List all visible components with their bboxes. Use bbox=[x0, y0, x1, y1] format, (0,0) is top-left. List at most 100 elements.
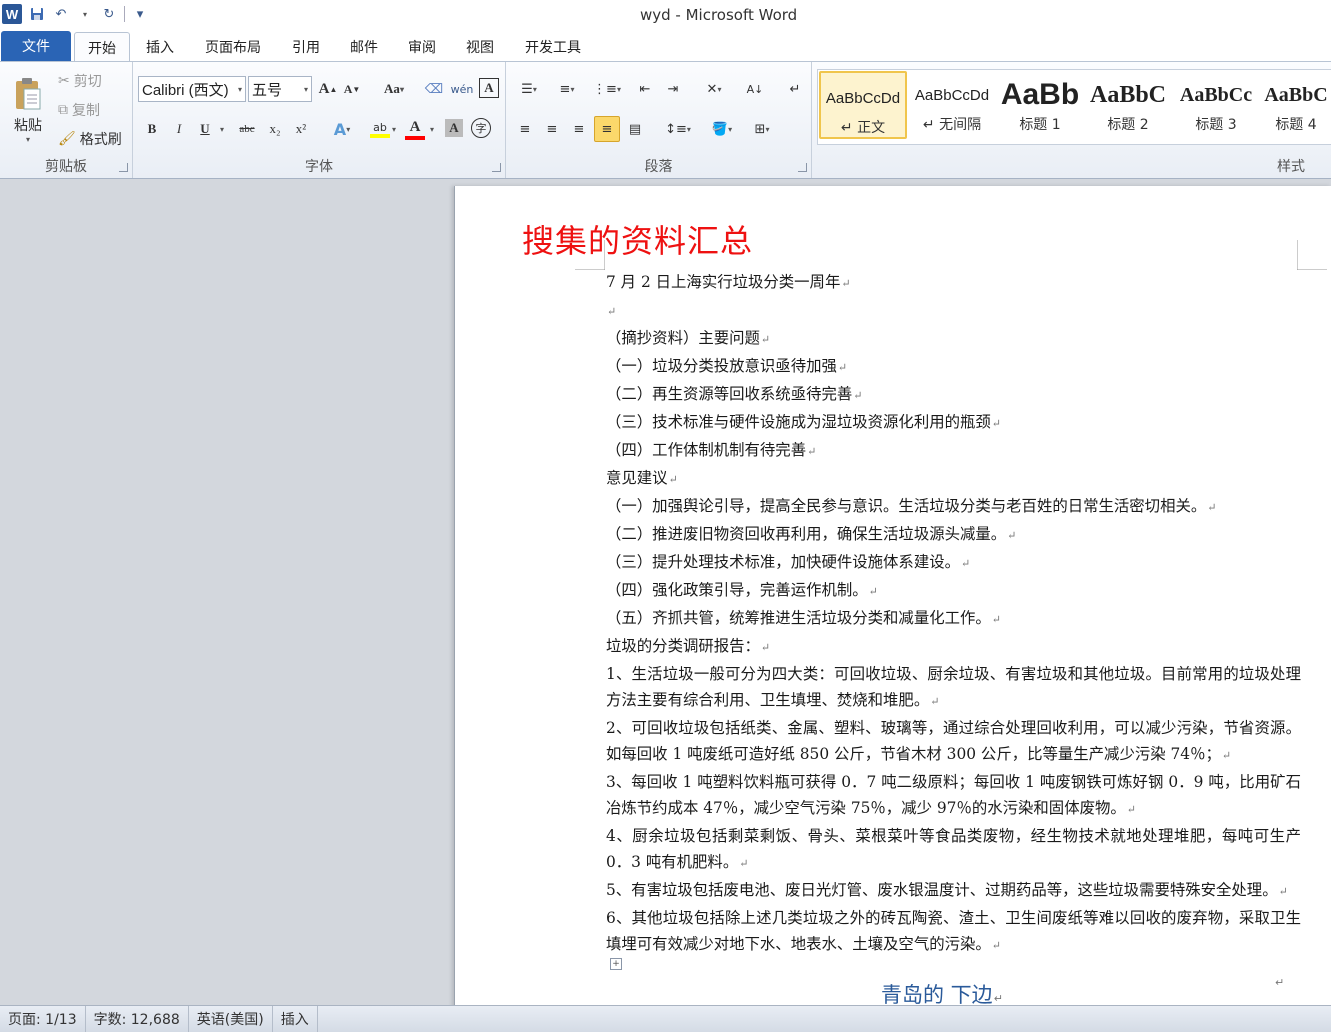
paragraph-mark: ↵ bbox=[807, 445, 817, 458]
align-left-icon[interactable]: ≡ bbox=[514, 118, 536, 140]
align-center-icon[interactable]: ≡ bbox=[541, 118, 563, 140]
enclose-char-icon[interactable]: 字 bbox=[471, 118, 491, 138]
document-paragraph[interactable]: （四）工作体制机制有待完善↵ bbox=[606, 437, 1301, 465]
line-spacing-icon[interactable]: ↕≡ ▾ bbox=[662, 118, 694, 140]
sort-icon[interactable]: A↓ bbox=[744, 78, 766, 100]
tab-insert[interactable]: 插入 bbox=[136, 32, 184, 62]
subscript-button[interactable]: x₂ bbox=[265, 118, 285, 140]
paragraph-mark: ↵ bbox=[607, 305, 617, 318]
superscript-button[interactable]: x² bbox=[291, 118, 311, 140]
bullets-icon[interactable]: ☰ ▾ bbox=[514, 78, 544, 100]
document-paragraph[interactable]: 意见建议↵ bbox=[606, 465, 1301, 493]
document-paragraph[interactable]: 2、可回收垃圾包括纸类、金属、塑料、玻璃等，通过综合处理回收利用，可以减少污染，… bbox=[606, 715, 1301, 769]
tab-view[interactable]: 视图 bbox=[456, 32, 504, 62]
cut-button[interactable]: ✂ 剪切 bbox=[58, 70, 102, 92]
paragraph-launcher-icon[interactable] bbox=[798, 163, 807, 172]
numbering-icon[interactable]: ≡ ▾ bbox=[552, 78, 582, 100]
paragraph-text: （摘抄资料）主要问题 bbox=[606, 329, 760, 347]
grow-font-button[interactable]: A ▲ bbox=[317, 78, 339, 100]
tab-home[interactable]: 开始 bbox=[74, 32, 130, 62]
distributed-icon[interactable]: ▤ bbox=[624, 118, 646, 140]
copy-button[interactable]: ⧉ 复制 bbox=[58, 99, 100, 121]
document-paragraph[interactable]: 7 月 2 日上海实行垃圾分类一周年↵ bbox=[606, 269, 1301, 297]
font-name-input[interactable]: Calibri (西文) ▾ bbox=[138, 76, 246, 102]
document-paragraph[interactable]: 5、有害垃圾包括废电池、废日光灯管、废水银温度计、过期药品等，这些垃圾需要特殊安… bbox=[606, 877, 1301, 905]
paragraph-mark: ↵ bbox=[760, 333, 771, 346]
shading-icon[interactable]: 🪣 ▾ bbox=[706, 118, 738, 140]
bold-button[interactable]: B bbox=[142, 118, 162, 140]
document-paragraph[interactable]: （一）垃圾分类投放意识亟待加强↵ bbox=[606, 353, 1301, 381]
status-page[interactable]: 页面: 1/13 bbox=[0, 1005, 86, 1032]
text-effects-icon[interactable]: A ▾ bbox=[327, 118, 357, 140]
show-marks-icon[interactable]: ↵ bbox=[784, 78, 806, 100]
paste-label: 粘贴 bbox=[14, 117, 42, 134]
tab-mailings[interactable]: 邮件 bbox=[340, 32, 388, 62]
document-paragraph[interactable]: 1、生活垃圾一般可分为四大类：可回收垃圾、厨余垃圾、有害垃圾和其他垃圾。目前常用… bbox=[606, 661, 1301, 715]
paragraph-text: （二）再生资源等回收系统亟待完善 bbox=[606, 385, 853, 403]
paragraph-mark: ↵ bbox=[1275, 976, 1285, 989]
tab-review[interactable]: 审阅 bbox=[398, 32, 446, 62]
paragraph-mark: ↵ bbox=[991, 417, 1001, 430]
document-paragraph[interactable]: （二）推进废旧物资回收再利用，确保生活垃圾源头减量。↵ bbox=[606, 521, 1301, 549]
document-paragraph[interactable]: （摘抄资料）主要问题↵ bbox=[606, 325, 1301, 353]
document-paragraph[interactable]: （三）技术标准与硬件设施成为湿垃圾资源化利用的瓶颈↵ bbox=[606, 409, 1301, 437]
underline-dropdown-icon[interactable]: ▾ bbox=[217, 118, 227, 140]
underline-button[interactable]: U bbox=[195, 118, 215, 140]
chinese-layout-icon[interactable]: ✕ ▾ bbox=[698, 78, 730, 100]
paragraph-group: ☰ ▾ ≡ ▾ ⋮≡ ▾ ⇤ ⇥ ✕ ▾ A↓ ↵ ≡ ≡ ≡ ≡ ▤ ↕≡ ▾ 🪣 ▾ ⊞… bbox=[506, 62, 812, 178]
tab-developer[interactable]: 开发工具 bbox=[514, 32, 592, 62]
char-border-icon[interactable]: A bbox=[479, 78, 499, 98]
document-subheading[interactable]: 青岛的 下边↵ bbox=[881, 979, 1003, 1005]
document-workspace[interactable]: 搜集的资料汇总 7 月 2 日上海实行垃圾分类一周年↵ ↵ （摘抄资料）主要问题↵ （… bbox=[0, 179, 1331, 1005]
tab-file[interactable]: 文件 bbox=[1, 31, 71, 61]
document-paragraph[interactable]: 6、其他垃圾包括除上述几类垃圾之外的砖瓦陶瓷、渣土、卫生间废纸等难以回收的废弃物… bbox=[606, 905, 1301, 959]
font-color-icon[interactable]: A bbox=[403, 116, 427, 142]
change-case-button[interactable]: Aa ▾ bbox=[377, 78, 411, 100]
italic-button[interactable]: I bbox=[169, 118, 189, 140]
font-size-input[interactable]: 五号 ▾ bbox=[248, 76, 312, 102]
char-shading-icon[interactable]: A bbox=[445, 119, 463, 137]
status-insert-mode[interactable]: 插入 bbox=[273, 1005, 318, 1032]
highlight-dropdown-icon[interactable]: ▾ bbox=[389, 118, 399, 140]
font-launcher-icon[interactable] bbox=[492, 163, 501, 172]
paragraph-text: 6、其他垃圾包括除上述几类垃圾之外的砖瓦陶瓷、渣土、卫生间废纸等难以回收的废弃物… bbox=[606, 909, 1301, 953]
shrink-font-icon: A bbox=[343, 81, 353, 96]
increase-indent-icon[interactable]: ⇥ bbox=[662, 78, 684, 100]
paste-dropdown-icon: ▾ bbox=[25, 134, 30, 144]
format-painter-button[interactable]: 🖌 格式刷 bbox=[58, 128, 122, 150]
multilevel-list-icon[interactable]: ⋮≡ ▾ bbox=[592, 78, 622, 100]
paragraph-text: （四）工作体制机制有待完善 bbox=[606, 441, 807, 459]
document-title[interactable]: 搜集的资料汇总 bbox=[522, 216, 753, 262]
document-paragraph[interactable]: （三）提升处理技术标准，加快硬件设施体系建设。↵ bbox=[606, 549, 1301, 577]
grow-font-icon: A bbox=[318, 80, 330, 97]
phonetic-guide-icon[interactable]: wén bbox=[451, 78, 474, 100]
font-name-dropdown-icon[interactable]: ▾ bbox=[238, 85, 242, 94]
document-paragraph[interactable]: 垃圾的分类调研报告：↵ bbox=[606, 633, 1301, 661]
tab-page-layout[interactable]: 页面布局 bbox=[194, 32, 272, 62]
font-color-dropdown-icon[interactable]: ▾ bbox=[427, 118, 437, 140]
font-size-dropdown-icon[interactable]: ▾ bbox=[304, 85, 308, 94]
document-paragraph[interactable]: （一）加强舆论引导，提高全民参与意识。生活垃圾分类与老百姓的日常生活密切相关。↵ bbox=[606, 493, 1301, 521]
align-right-icon[interactable]: ≡ bbox=[568, 118, 590, 140]
shrink-font-button[interactable]: A ▼ bbox=[341, 78, 363, 100]
status-language[interactable]: 英语(美国) bbox=[189, 1005, 273, 1032]
paste-button[interactable]: 粘贴 ▾ bbox=[6, 68, 50, 152]
decrease-indent-icon[interactable]: ⇤ bbox=[634, 78, 656, 100]
clipboard-launcher-icon[interactable] bbox=[119, 163, 128, 172]
justify-icon[interactable]: ≡ bbox=[594, 116, 620, 142]
table-anchor-icon[interactable]: + bbox=[610, 958, 622, 970]
status-word-count[interactable]: 字数: 12,688 bbox=[86, 1005, 189, 1032]
strikethrough-button[interactable]: abc bbox=[235, 118, 259, 140]
document-paragraph[interactable]: （五）齐抓共管，统筹推进生活垃圾分类和减量化工作。↵ bbox=[606, 605, 1301, 633]
document-body[interactable]: 7 月 2 日上海实行垃圾分类一周年↵ ↵ （摘抄资料）主要问题↵ （一）垃圾分类投放… bbox=[606, 269, 1301, 959]
document-page[interactable]: 搜集的资料汇总 7 月 2 日上海实行垃圾分类一周年↵ ↵ （摘抄资料）主要问题↵ （… bbox=[454, 186, 1331, 1005]
document-paragraph[interactable]: 3、每回收 1 吨塑料饮料瓶可获得 0．7 吨二级原料；每回收 1 吨废钢铁可炼… bbox=[606, 769, 1301, 823]
paragraph-mark: ↵ bbox=[760, 641, 771, 654]
document-paragraph[interactable]: 4、厨余垃圾包括剩菜剩饭、骨头、菜根菜叶等食品类废物，经生物技术就地处理堆肥，每… bbox=[606, 823, 1301, 877]
tab-references[interactable]: 引用 bbox=[282, 32, 330, 62]
document-paragraph[interactable]: ↵ bbox=[606, 297, 1301, 325]
borders-icon[interactable]: ⊞ ▾ bbox=[746, 118, 778, 140]
clear-format-icon[interactable]: ⌫ bbox=[423, 78, 445, 100]
document-paragraph[interactable]: （二）再生资源等回收系统亟待完善↵ bbox=[606, 381, 1301, 409]
document-paragraph[interactable]: （四）强化政策引导，完善运作机制。↵ bbox=[606, 577, 1301, 605]
